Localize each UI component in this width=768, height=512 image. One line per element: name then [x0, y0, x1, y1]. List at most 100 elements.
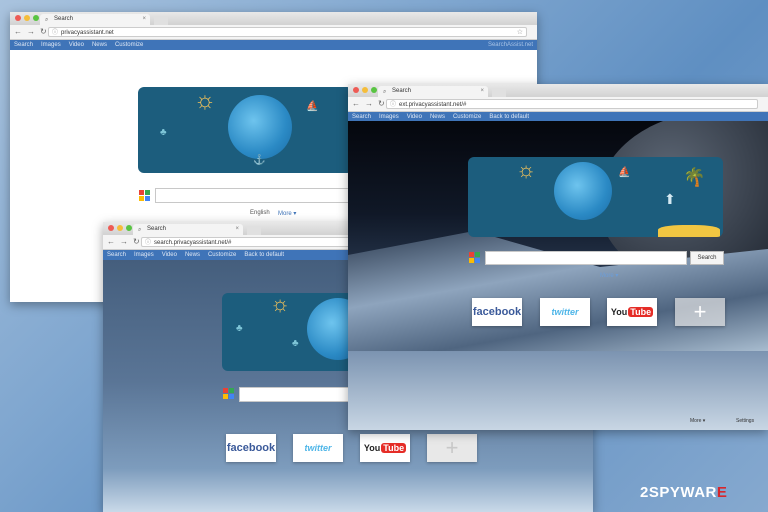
info-icon: ⓘ — [52, 30, 59, 36]
back-icon[interactable]: ← — [14, 27, 22, 36]
island-sand — [658, 225, 720, 237]
sun-doodle-icon: ☼ — [516, 157, 537, 182]
menu-back-to-default[interactable]: Back to default — [244, 250, 284, 260]
add-tile-button[interactable]: + — [675, 298, 725, 326]
browser-tab[interactable]: ⌕ Search × — [133, 224, 243, 235]
youtube-tile[interactable]: You Tube — [360, 434, 410, 462]
forward-icon[interactable]: → — [27, 27, 35, 36]
colorful-logo-icon — [223, 388, 235, 400]
language-link[interactable]: English — [250, 210, 270, 216]
sun-doodle-icon: ☼ — [194, 87, 216, 114]
browser-tab[interactable]: ⌕ Search × — [40, 14, 150, 25]
reload-icon[interactable]: ↻ — [378, 99, 385, 108]
maximize-button[interactable] — [371, 87, 377, 93]
more-link[interactable]: More ▾ — [600, 272, 618, 279]
minimize-button[interactable] — [24, 15, 30, 21]
minimize-button[interactable] — [117, 225, 123, 231]
watermark-e: E — [716, 484, 728, 501]
menu-news[interactable]: News — [185, 250, 200, 260]
address-bar-row: ← → ↻ ⓘ privacyassistant.net ☆ — [10, 25, 537, 40]
plant-doodle-icon-2: ♣ — [292, 338, 299, 349]
search-button[interactable]: Search — [690, 251, 724, 265]
close-button[interactable] — [15, 15, 21, 21]
youtube-label: You Tube — [363, 443, 407, 453]
title-bar: ⌕ Search × — [348, 84, 768, 97]
new-tab-button[interactable] — [247, 226, 261, 235]
browser-window-3: ⌕ Search × ← → ↻ ⓘ ext.privacyassistant.… — [348, 84, 768, 430]
url-field[interactable]: ⓘ privacyassistant.net ☆ — [48, 27, 527, 37]
anchor-doodle-icon: ⚓ — [253, 155, 266, 166]
youtube-tile[interactable]: You Tube — [607, 298, 657, 326]
facebook-label: facebook — [472, 306, 522, 318]
forward-icon[interactable]: → — [365, 99, 373, 108]
youtube-label: You Tube — [610, 307, 654, 317]
back-icon[interactable]: ← — [107, 237, 115, 246]
colorful-logo-icon — [139, 190, 151, 202]
close-button[interactable] — [108, 225, 114, 231]
minimize-button[interactable] — [362, 87, 368, 93]
nav-buttons: ← → ↻ — [14, 27, 47, 36]
search-input[interactable] — [239, 387, 361, 402]
forward-icon[interactable]: → — [120, 237, 128, 246]
rocket-doodle-icon: ⬆ — [664, 191, 676, 207]
add-tile-button[interactable]: + — [427, 434, 477, 462]
menu-images[interactable]: Images — [134, 250, 154, 260]
plant-doodle-icon: ♣ — [236, 323, 243, 334]
footer-settings-link[interactable]: Settings — [736, 418, 754, 424]
maximize-button[interactable] — [33, 15, 39, 21]
reload-icon[interactable]: ↻ — [133, 237, 140, 246]
info-icon: ⓘ — [145, 240, 152, 246]
tab-close-icon[interactable]: × — [142, 14, 146, 25]
url-field[interactable]: ⓘ ext.privacyassistant.net/# — [386, 99, 758, 109]
tab-close-icon[interactable]: × — [480, 86, 484, 97]
footer-more-link[interactable]: More ▾ — [690, 418, 705, 424]
new-tab-button[interactable] — [492, 88, 506, 97]
menu-images[interactable]: Images — [41, 40, 61, 50]
browser-tab[interactable]: ⌕ Search × — [378, 86, 488, 97]
facebook-label: facebook — [226, 442, 276, 454]
tab-title: Search — [392, 88, 412, 94]
back-icon[interactable]: ← — [352, 99, 360, 108]
menu-video[interactable]: Video — [69, 40, 84, 50]
plus-icon: + — [445, 435, 459, 460]
tab-title: Search — [147, 226, 167, 232]
watermark-text: SPYWAR — [648, 484, 717, 501]
globe-illustration — [554, 162, 612, 220]
banner-image: ☼ ⛵ ⚓ ♣ — [138, 87, 353, 173]
new-tab-button[interactable] — [154, 16, 168, 25]
menu-search[interactable]: Search — [107, 250, 126, 260]
plant-doodle-icon: ♣ — [160, 127, 167, 138]
reload-icon[interactable]: ↻ — [40, 27, 47, 36]
menu-video[interactable]: Video — [162, 250, 177, 260]
search-input[interactable] — [485, 251, 687, 265]
url-text: ext.privacyassistant.net/# — [399, 102, 467, 108]
menu-news[interactable]: News — [92, 40, 107, 50]
watermark-number: 2 — [640, 484, 649, 501]
facebook-tile[interactable]: facebook — [226, 434, 276, 462]
address-bar-row: ← → ↻ ⓘ ext.privacyassistant.net/# — [348, 97, 768, 112]
tab-close-icon[interactable]: × — [235, 224, 239, 235]
window-controls — [108, 225, 132, 231]
maximize-button[interactable] — [126, 225, 132, 231]
colorful-logo-icon — [469, 252, 481, 264]
bookmark-star-icon[interactable]: ☆ — [517, 28, 523, 38]
facebook-tile[interactable]: facebook — [472, 298, 522, 326]
boat-doodle-icon: ⛵ — [306, 101, 319, 112]
menu-search[interactable]: Search — [14, 40, 33, 50]
twitter-tile[interactable]: twitter — [293, 434, 343, 462]
menu-customize[interactable]: Customize — [115, 40, 143, 50]
close-button[interactable] — [353, 87, 359, 93]
more-link[interactable]: More ▾ — [278, 210, 296, 217]
info-icon: ⓘ — [390, 102, 397, 108]
menu-customize[interactable]: Customize — [208, 250, 236, 260]
sun-doodle-icon: ☼ — [270, 293, 291, 316]
search-input[interactable] — [155, 188, 357, 203]
watermark-logo: 2SPYWARE — [640, 484, 727, 501]
twitter-label: twitter — [551, 307, 579, 317]
menu-brand-link[interactable]: SearchAssist.net — [488, 40, 533, 50]
tab-title: Search — [54, 16, 74, 22]
twitter-tile[interactable]: twitter — [540, 298, 590, 326]
twitter-label: twitter — [304, 443, 332, 453]
window-controls — [15, 15, 39, 21]
boat-doodle-icon: ⛵ — [618, 167, 631, 178]
